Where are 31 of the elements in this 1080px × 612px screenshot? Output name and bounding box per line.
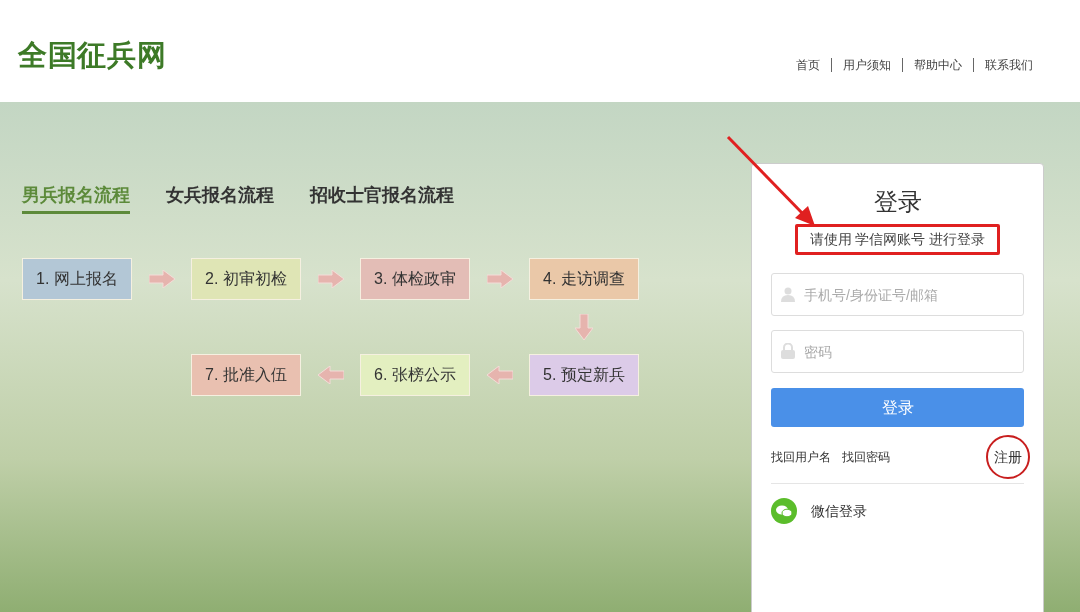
process-step: 3. 体检政审: [360, 258, 470, 300]
lock-icon: [781, 343, 795, 359]
username-field[interactable]: 手机号/身份证号/邮箱: [771, 273, 1024, 316]
process-step: 4. 走访调查: [529, 258, 639, 300]
process-step: 6. 张榜公示: [360, 354, 470, 396]
recovery-link[interactable]: 找回用户名: [771, 448, 831, 466]
arrow-icon: [148, 270, 175, 288]
nav-link[interactable]: 用户须知: [831, 58, 902, 72]
register-link[interactable]: 注册: [986, 435, 1030, 479]
login-hint: 请使用 学信网账号 进行登录: [794, 224, 1001, 255]
process-step: 2. 初审初检: [191, 258, 301, 300]
arrow-icon: [486, 270, 513, 288]
nav-link[interactable]: 帮助中心: [902, 58, 973, 72]
process-step: 1. 网上报名: [22, 258, 132, 300]
arrow-icon: [575, 314, 593, 340]
nav-link[interactable]: 首页: [785, 58, 831, 72]
process-tab[interactable]: 招收士官报名流程: [310, 182, 454, 214]
process-tab[interactable]: 女兵报名流程: [166, 182, 274, 214]
arrow-icon: [317, 366, 344, 384]
user-icon: [781, 287, 795, 302]
chat-bubbles-icon: [771, 498, 797, 524]
recovery-link[interactable]: 找回密码: [842, 448, 890, 466]
arrow-icon: [317, 270, 344, 288]
wechat-login-button[interactable]: 微信登录: [771, 498, 867, 524]
nav-link[interactable]: 联系我们: [973, 58, 1044, 72]
arrow-icon: [486, 366, 513, 384]
site-logo[interactable]: 全国征兵网: [18, 34, 167, 78]
login-title: 登录: [873, 187, 922, 217]
password-field[interactable]: 密码: [771, 330, 1024, 373]
process-step: 5. 预定新兵: [529, 354, 639, 396]
process-step: 7. 批准入伍: [191, 354, 301, 396]
